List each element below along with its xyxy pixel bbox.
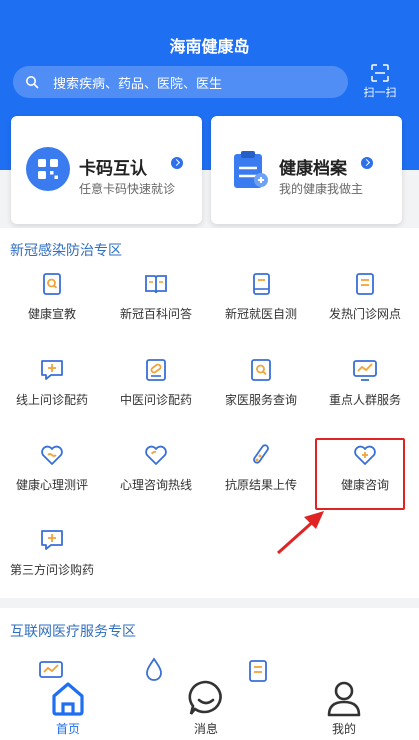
tab-label: 消息 (193, 722, 218, 736)
card-title: 卡码互认 (79, 159, 147, 179)
qr-code-icon (26, 147, 70, 191)
tab-bar: 首页 消息 我的 (0, 672, 419, 740)
tab-label: 我的 (331, 722, 356, 736)
test-tube-icon (253, 444, 269, 464)
card-code-recognition[interactable]: 卡码互认 任意卡码快速就诊 (11, 116, 202, 224)
message-icon (188, 680, 222, 715)
search-placeholder: 搜索疾病、药品、医院、医生 (53, 76, 223, 92)
book-icon (145, 275, 167, 294)
grid-item-label: 家医服务查询 (224, 393, 297, 407)
chevron-right-icon (171, 157, 183, 169)
search-bar[interactable]: 搜索疾病、药品、医院、医生 (13, 66, 348, 98)
section-title: 新冠感染防治专区 (10, 243, 122, 259)
annotation-arrow-icon (276, 511, 324, 555)
grid-item-label: 中医问诊配药 (119, 393, 192, 407)
grid-item-label: 重点人群服务 (328, 393, 401, 407)
grid-item-label: 抗原结果上传 (224, 478, 297, 492)
scan-button[interactable]: 扫一扫 (358, 64, 402, 100)
grid-item[interactable]: 第三方问诊购药 (0, 527, 104, 578)
grid-item[interactable]: 健康宣教 (0, 271, 104, 322)
card-health-records[interactable]: 健康档案 我的健康我做主 (211, 116, 402, 224)
notebook-icon (253, 273, 270, 295)
chat-plus-icon (41, 360, 63, 380)
card-subtitle: 任意卡码快速就诊 (79, 182, 176, 196)
grid-item-label: 新冠百科问答 (119, 307, 192, 321)
grid-item-label: 心理咨询热线 (119, 478, 192, 492)
tab-messages[interactable]: 消息 (166, 678, 246, 737)
grid-item[interactable]: 中医问诊配药 (104, 357, 208, 408)
doc-search-icon (251, 359, 271, 381)
tab-home[interactable]: 首页 (28, 678, 108, 737)
grid-item-label: 发热门诊网点 (328, 307, 401, 321)
grid-item-label: 健康宣教 (27, 307, 76, 321)
heart-outline-icon (145, 445, 167, 465)
grid-item[interactable]: 线上问诊配药 (0, 357, 104, 408)
grid-item[interactable]: 新冠百科问答 (104, 271, 208, 322)
grid-item-label: 新冠就医自测 (224, 307, 297, 321)
heart-wave-icon (41, 445, 63, 465)
grid-item[interactable]: 健康心理测评 (0, 442, 104, 493)
search-document-icon (43, 273, 61, 295)
clipboard-icon (234, 151, 268, 188)
home-icon (52, 682, 84, 716)
grid-item-label: 健康心理测评 (15, 478, 88, 492)
grid-item[interactable]: 发热门诊网点 (313, 271, 417, 322)
section-title: 互联网医疗服务专区 (10, 624, 136, 640)
card-subtitle: 我的健康我做主 (279, 182, 364, 196)
pill-icon (146, 359, 166, 381)
page-title: 海南健康岛 (169, 37, 250, 56)
grid-item[interactable]: 新冠就医自测 (209, 271, 313, 322)
grid-item[interactable]: 抗原结果上传 (209, 442, 313, 493)
grid-item-label: 线上问诊配药 (15, 393, 88, 407)
receipt-icon (356, 273, 374, 295)
highlight-box (315, 438, 405, 510)
user-icon (327, 681, 361, 717)
grid-item[interactable]: 家医服务查询 (209, 357, 313, 408)
grid-item[interactable]: 重点人群服务 (313, 357, 417, 408)
monitor-chart-icon (353, 360, 377, 381)
scan-label: 扫一扫 (363, 86, 397, 99)
search-icon (26, 76, 39, 89)
chat-plus-icon (41, 530, 63, 550)
card-title: 健康档案 (279, 159, 347, 179)
grid-item[interactable]: 心理咨询热线 (104, 442, 208, 493)
tab-label: 首页 (55, 722, 80, 736)
scan-icon (371, 64, 389, 82)
chevron-right-icon (361, 157, 373, 169)
grid-item-label: 第三方问诊购药 (9, 563, 94, 577)
tab-profile[interactable]: 我的 (304, 678, 384, 737)
